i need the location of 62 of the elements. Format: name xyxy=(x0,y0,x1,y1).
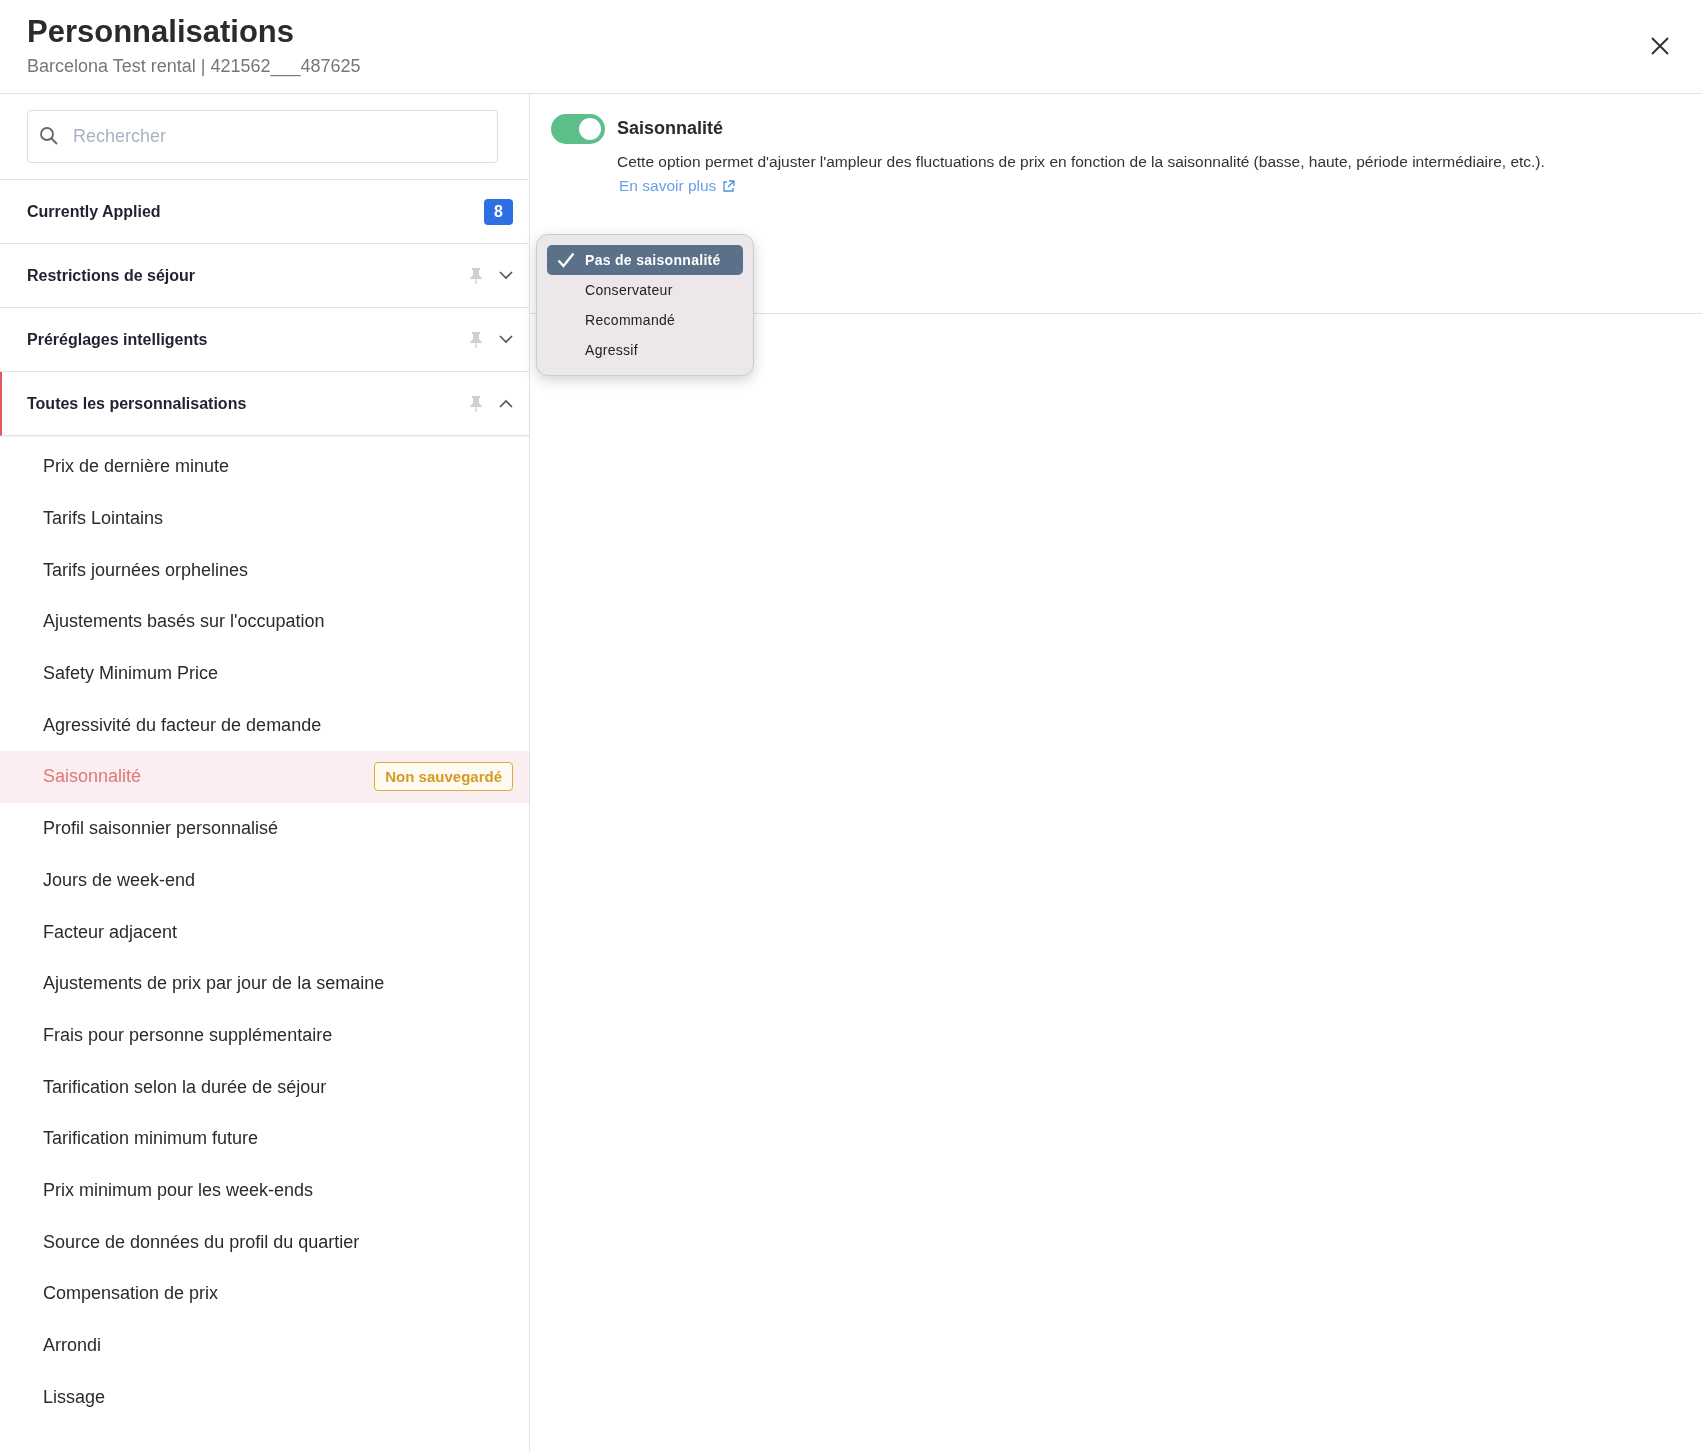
menu-option[interactable]: Conservateur xyxy=(547,275,743,305)
section-header[interactable]: Currently Applied 8 xyxy=(0,180,529,244)
section-header[interactable]: Toutes les personnalisations xyxy=(0,372,529,436)
menu-option[interactable]: Pas de saisonnalité xyxy=(547,245,743,275)
item-label: Prix minimum pour les week-ends xyxy=(43,1179,315,1201)
list-item[interactable]: Ajustements basés sur l'occupation xyxy=(0,596,529,648)
item-label: Arrondi xyxy=(43,1335,103,1357)
list-item[interactable]: Jours de week-end xyxy=(0,854,529,907)
list-item[interactable]: Prix de dernière minute xyxy=(0,441,529,493)
list-item[interactable]: Source de données du profil du quartier xyxy=(0,1216,529,1268)
item-label: Safety Minimum Price xyxy=(43,663,220,685)
setting-description: Cette option permet d'ajuster l'ampleur des fluctuations de prix en fonction de la saisonnalité (basse, haute, période intermédiaire, etc.). xyxy=(617,153,1545,171)
item-label: Tarifs journées orphelines xyxy=(43,559,250,581)
section-label: Préréglages intelligents xyxy=(27,330,209,349)
chevron-icon[interactable] xyxy=(499,335,513,344)
list-item[interactable]: Compensation de prix xyxy=(0,1268,529,1320)
menu-option[interactable]: Recommandé xyxy=(547,305,743,335)
page-title: Personnalisations xyxy=(27,14,296,50)
setting-title: Saisonnalité xyxy=(617,118,725,139)
list-item[interactable]: Tarification selon la durée de séjour xyxy=(0,1061,529,1113)
list-item[interactable]: Profil saisonnier personnalisé xyxy=(0,802,529,855)
item-label: Facteur adjacent xyxy=(43,921,179,943)
list-item[interactable]: Frais pour personne supplémentaire xyxy=(0,1009,529,1062)
section-label: Toutes les personnalisations xyxy=(27,394,248,413)
item-label: Lissage xyxy=(43,1386,107,1408)
section-label: Currently Applied xyxy=(27,202,162,221)
menu-option[interactable]: Agressif xyxy=(547,335,743,365)
list-item[interactable]: Safety Minimum Price xyxy=(0,647,529,700)
list-item[interactable]: Ajustements de prix par jour de la semaine xyxy=(0,957,529,1010)
item-label: Tarifs Lointains xyxy=(43,508,165,530)
section-header[interactable]: Restrictions de séjour xyxy=(0,244,529,308)
list-item[interactable]: Tarifs journées orphelines xyxy=(0,544,529,597)
checkmark-icon xyxy=(557,252,575,268)
item-label: Tarification minimum future xyxy=(43,1128,260,1150)
toggle-switch[interactable] xyxy=(551,114,605,144)
page-subtitle: Barcelona Test rental | 421562___487625 xyxy=(27,56,361,77)
list-item[interactable]: Tarification minimum future xyxy=(0,1112,529,1165)
count-badge: 8 xyxy=(484,198,513,225)
search-field[interactable]: Rechercher xyxy=(27,110,498,163)
list-item[interactable]: Prix minimum pour les week-ends xyxy=(0,1164,529,1217)
section-header[interactable]: Préréglages intelligents xyxy=(0,308,529,372)
external-link-icon xyxy=(722,179,736,193)
item-label: Jours de week-end xyxy=(43,869,197,891)
chevron-icon[interactable] xyxy=(499,399,513,408)
section-label: Restrictions de séjour xyxy=(27,266,197,285)
chevron-icon[interactable] xyxy=(499,271,513,280)
list-item[interactable]: Tarifs Lointains xyxy=(0,492,529,545)
item-label: Compensation de prix xyxy=(43,1283,220,1305)
item-label: Tarification selon la durée de séjour xyxy=(43,1076,328,1098)
status-badge: Non sauvegardé xyxy=(374,762,513,792)
list-item[interactable]: Agressivité du facteur de demande xyxy=(0,699,529,752)
item-label: Profil saisonnier personnalisé xyxy=(43,818,280,840)
item-label: Agressivité du facteur de demande xyxy=(43,714,323,736)
item-label: Ajustements basés sur l'occupation xyxy=(43,611,326,633)
item-label: Frais pour personne supplémentaire xyxy=(43,1024,334,1046)
list-item[interactable]: Facteur adjacent xyxy=(0,906,529,958)
item-label: Saisonnalité xyxy=(43,766,143,788)
item-label: Ajustements de prix par jour de la semaine xyxy=(43,973,386,995)
item-label: Prix de dernière minute xyxy=(43,456,231,478)
list-item[interactable]: Arrondi xyxy=(0,1319,529,1372)
item-label: Source de données du profil du quartier xyxy=(43,1231,361,1253)
list-item[interactable]: Lissage xyxy=(0,1371,529,1424)
